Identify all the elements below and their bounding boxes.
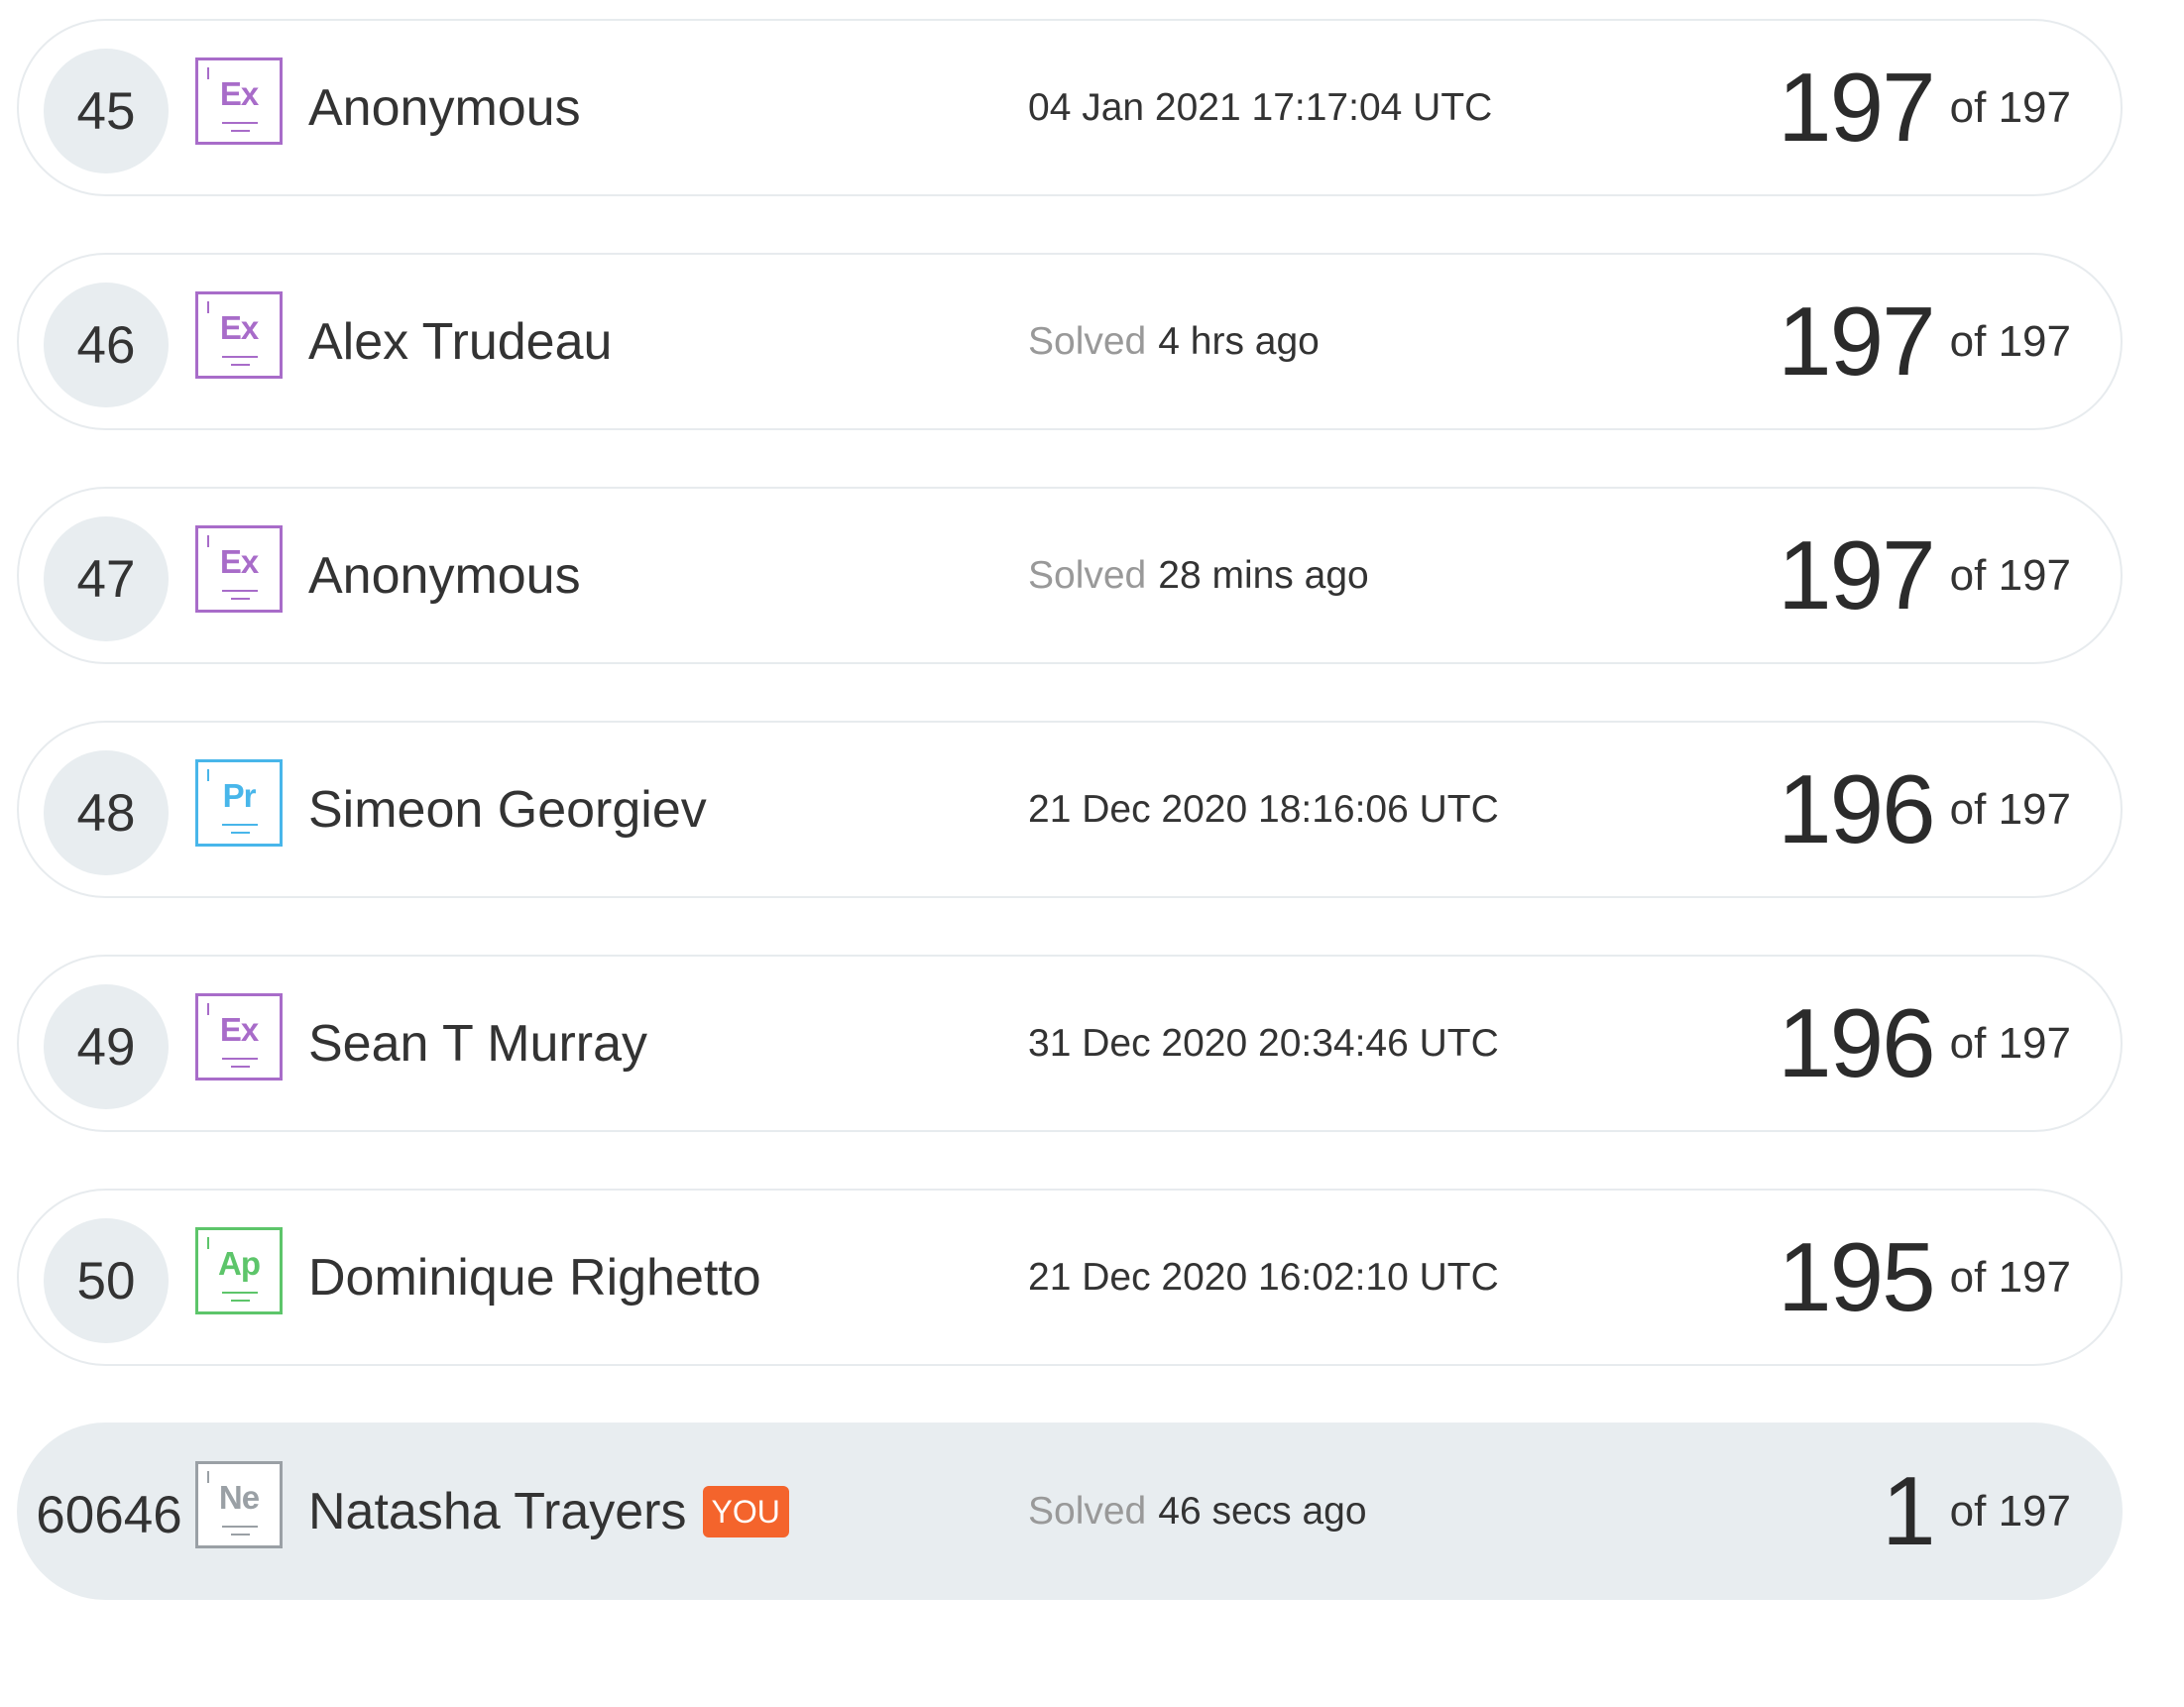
user-name-text[interactable]: Sean T Murray (308, 1014, 647, 1074)
level-badge-symbol: Ex (219, 309, 259, 346)
user-name[interactable]: Anonymous (308, 21, 581, 194)
user-name[interactable]: Simeon Georgiev (308, 723, 707, 896)
score-total: of 197 (1949, 550, 2071, 600)
user-name-text[interactable]: Alex Trudeau (308, 312, 612, 372)
level-badge-symbol: Ex (219, 1011, 259, 1048)
solved-time: 21 Dec 2020 16:02:10 UTC (1028, 1191, 1499, 1364)
score-total: of 197 (1949, 316, 2071, 366)
level-badge-icon: Ap (195, 1227, 283, 1314)
rank-badge: 47 (44, 516, 169, 641)
score-total: of 197 (1949, 784, 2071, 834)
user-name[interactable]: Sean T Murray (308, 957, 647, 1130)
level-badge-icon: Ex (195, 525, 283, 613)
solved-time-value: 21 Dec 2020 18:16:06 UTC (1028, 787, 1499, 831)
score-total: of 197 (1949, 1252, 2071, 1302)
solved-prefix: Solved (1028, 319, 1147, 363)
score: 195 of 197 (1778, 1191, 2071, 1364)
leaderboard-row[interactable]: 45 Ex Anonymous 04 Jan 2021 17:17:04 UTC… (17, 19, 2123, 196)
solved-time: 21 Dec 2020 18:16:06 UTC (1028, 723, 1499, 896)
current-user-row[interactable]: 60646 Ne Natasha Trayers YOU Solved 46 s… (17, 1422, 2123, 1600)
score-total: of 197 (1949, 1018, 2071, 1068)
solved-time-value: 21 Dec 2020 16:02:10 UTC (1028, 1255, 1499, 1299)
solved-time-value: 46 secs ago (1158, 1489, 1367, 1533)
user-name[interactable]: Alex Trudeau (308, 255, 612, 428)
level-badge-symbol: Ap (218, 1245, 261, 1282)
score: 197 of 197 (1778, 21, 2071, 194)
level-badge-icon: Ex (195, 57, 283, 145)
user-name[interactable]: Anonymous (308, 489, 581, 662)
score-value: 1 (1882, 1456, 1935, 1565)
level-badge-symbol: Ex (219, 75, 259, 112)
solved-time: Solved 28 mins ago (1028, 489, 1369, 662)
score: 196 of 197 (1778, 723, 2071, 896)
solved-prefix: Solved (1028, 1489, 1147, 1533)
solved-time-value: 31 Dec 2020 20:34:46 UTC (1028, 1021, 1499, 1065)
leaderboard-row[interactable]: 49 Ex Sean T Murray 31 Dec 2020 20:34:46… (17, 955, 2123, 1132)
solved-prefix: Solved (1028, 553, 1147, 597)
user-name-text[interactable]: Simeon Georgiev (308, 780, 707, 840)
score-value: 195 (1778, 1222, 1936, 1331)
score-value: 197 (1778, 520, 1936, 629)
level-badge-symbol: Ex (219, 543, 259, 580)
solved-time-value: 28 mins ago (1158, 553, 1369, 597)
user-name-text[interactable]: Natasha Trayers (308, 1482, 687, 1541)
level-badge-symbol: Pr (222, 777, 257, 814)
level-badge-icon: Ex (195, 993, 283, 1081)
level-badge-icon: Pr (195, 759, 283, 847)
rank-badge: 49 (44, 984, 169, 1109)
user-name[interactable]: Dominique Righetto (308, 1191, 761, 1364)
score-value: 196 (1778, 754, 1936, 863)
score-value: 196 (1778, 988, 1936, 1097)
leaderboard-row[interactable]: 48 Pr Simeon Georgiev 21 Dec 2020 18:16:… (17, 721, 2123, 898)
score-value: 197 (1778, 53, 1936, 162)
score-total: of 197 (1949, 82, 2071, 132)
score-total: of 197 (1949, 1486, 2071, 1536)
rank-badge: 48 (44, 750, 169, 875)
score: 197 of 197 (1778, 489, 2071, 662)
user-name[interactable]: Natasha Trayers YOU (308, 1424, 789, 1598)
level-badge-icon: Ex (195, 291, 283, 379)
rank-badge: 50 (44, 1218, 169, 1343)
solved-time-value: 04 Jan 2021 17:17:04 UTC (1028, 85, 1493, 129)
solved-time: Solved 46 secs ago (1028, 1424, 1367, 1598)
leaderboard-row[interactable]: 46 Ex Alex Trudeau Solved 4 hrs ago 197 … (17, 253, 2123, 430)
user-name-text[interactable]: Anonymous (308, 546, 581, 606)
level-badge-icon: Ne (195, 1461, 283, 1548)
score: 196 of 197 (1778, 957, 2071, 1130)
level-badge-symbol: Ne (218, 1479, 260, 1516)
score: 197 of 197 (1778, 255, 2071, 428)
solved-time: Solved 4 hrs ago (1028, 255, 1320, 428)
user-name-text[interactable]: Anonymous (308, 78, 581, 138)
leaderboard-row[interactable]: 47 Ex Anonymous Solved 28 mins ago 197 o… (17, 487, 2123, 664)
rank-badge: 60646 (36, 1485, 182, 1544)
leaderboard-row[interactable]: 50 Ap Dominique Righetto 21 Dec 2020 16:… (17, 1189, 2123, 1366)
solved-time: 04 Jan 2021 17:17:04 UTC (1028, 21, 1492, 194)
score: 1 of 197 (1882, 1424, 2071, 1598)
score-value: 197 (1778, 286, 1936, 396)
user-name-text[interactable]: Dominique Righetto (308, 1248, 761, 1308)
rank-badge: 45 (44, 49, 169, 173)
rank-badge: 46 (44, 283, 169, 407)
you-badge: YOU (702, 1485, 789, 1537)
solved-time-value: 4 hrs ago (1158, 319, 1320, 363)
solved-time: 31 Dec 2020 20:34:46 UTC (1028, 957, 1499, 1130)
